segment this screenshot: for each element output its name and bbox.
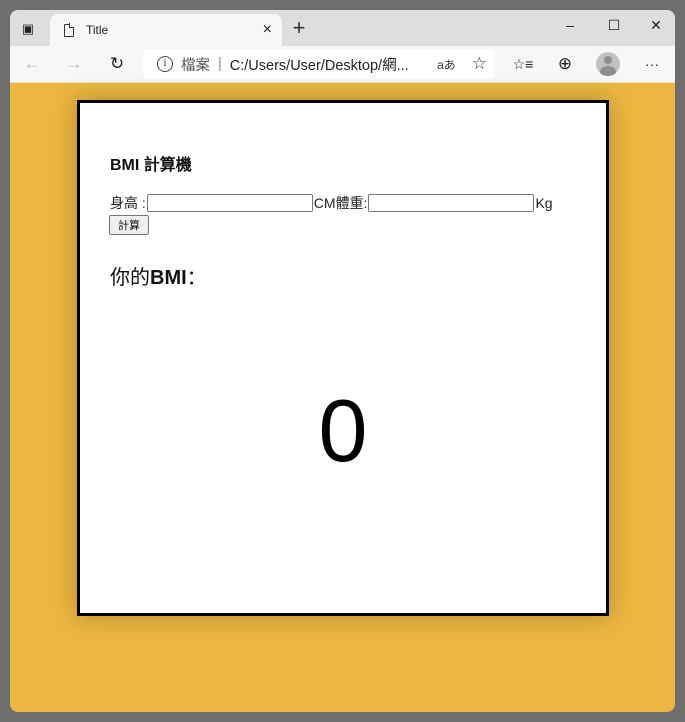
result-label: 你的BMI： bbox=[110, 261, 207, 290]
browser-toolbar: ← → ↻ i 檔案 | C:/Users/User/Desktop/網... … bbox=[10, 46, 675, 83]
tab-title: Title bbox=[86, 23, 109, 37]
info-icon[interactable]: i bbox=[157, 56, 173, 72]
tab-actions-icon[interactable]: ▣ bbox=[16, 18, 40, 40]
result-label-colon: ： bbox=[186, 267, 207, 289]
page-title: BMI 計算機 bbox=[110, 151, 192, 175]
height-label: 身高 : bbox=[110, 195, 146, 211]
url-text[interactable]: C:/Users/User/Desktop/網... bbox=[230, 54, 409, 75]
address-bar[interactable]: i 檔案 | C:/Users/User/Desktop/網... aあ ☆ bbox=[143, 49, 495, 79]
address-actions: aあ ☆ bbox=[437, 49, 487, 79]
height-input[interactable] bbox=[146, 194, 313, 212]
title-calculator: 計算機 bbox=[139, 157, 192, 174]
input-row: 身高 : CM 體重: Kg bbox=[110, 193, 553, 213]
profile-avatar[interactable] bbox=[596, 52, 620, 76]
browser-window: ▣ Title × + – ☐ ✕ ← → ↻ i 檔案 | C:/Users/… bbox=[10, 10, 675, 712]
tab-bar: ▣ Title × + – ☐ ✕ bbox=[10, 10, 675, 46]
height-unit: CM bbox=[313, 195, 336, 211]
browser-tab[interactable]: Title × bbox=[50, 14, 282, 46]
favorites-icon[interactable]: ☆≡ bbox=[509, 50, 537, 78]
bmi-card: BMI 計算機 身高 : CM 體重: Kg 計算 你的BMI： 0 bbox=[77, 100, 609, 616]
maximize-button[interactable]: ☐ bbox=[592, 10, 636, 40]
refresh-button[interactable]: ↻ bbox=[103, 50, 131, 78]
new-tab-button[interactable]: + bbox=[288, 16, 310, 40]
close-window-button[interactable]: ✕ bbox=[634, 10, 675, 40]
result-label-prefix: 你的 bbox=[110, 267, 150, 289]
tab-close-icon[interactable]: × bbox=[263, 21, 272, 39]
back-button[interactable]: ← bbox=[18, 50, 46, 78]
forward-button[interactable]: → bbox=[60, 50, 88, 78]
weight-label: 體重: bbox=[335, 195, 368, 211]
address-separator: | bbox=[218, 56, 222, 72]
add-favorite-icon[interactable]: ☆ bbox=[472, 54, 487, 74]
weight-unit: Kg bbox=[535, 195, 553, 211]
page-icon bbox=[64, 23, 75, 37]
calculate-button[interactable]: 計算 bbox=[109, 215, 149, 235]
collections-icon[interactable]: ⊕ bbox=[551, 50, 579, 78]
origin-label: 檔案 bbox=[181, 57, 210, 74]
read-aloud-icon[interactable]: aあ bbox=[437, 56, 456, 73]
title-bmi: BMI bbox=[110, 157, 140, 174]
result-label-bmi: BMI bbox=[150, 267, 187, 289]
minimize-button[interactable]: – bbox=[548, 10, 592, 40]
bmi-result-value: 0 bbox=[318, 381, 368, 480]
weight-input[interactable] bbox=[368, 194, 535, 212]
more-menu-icon[interactable]: ··· bbox=[638, 50, 666, 78]
